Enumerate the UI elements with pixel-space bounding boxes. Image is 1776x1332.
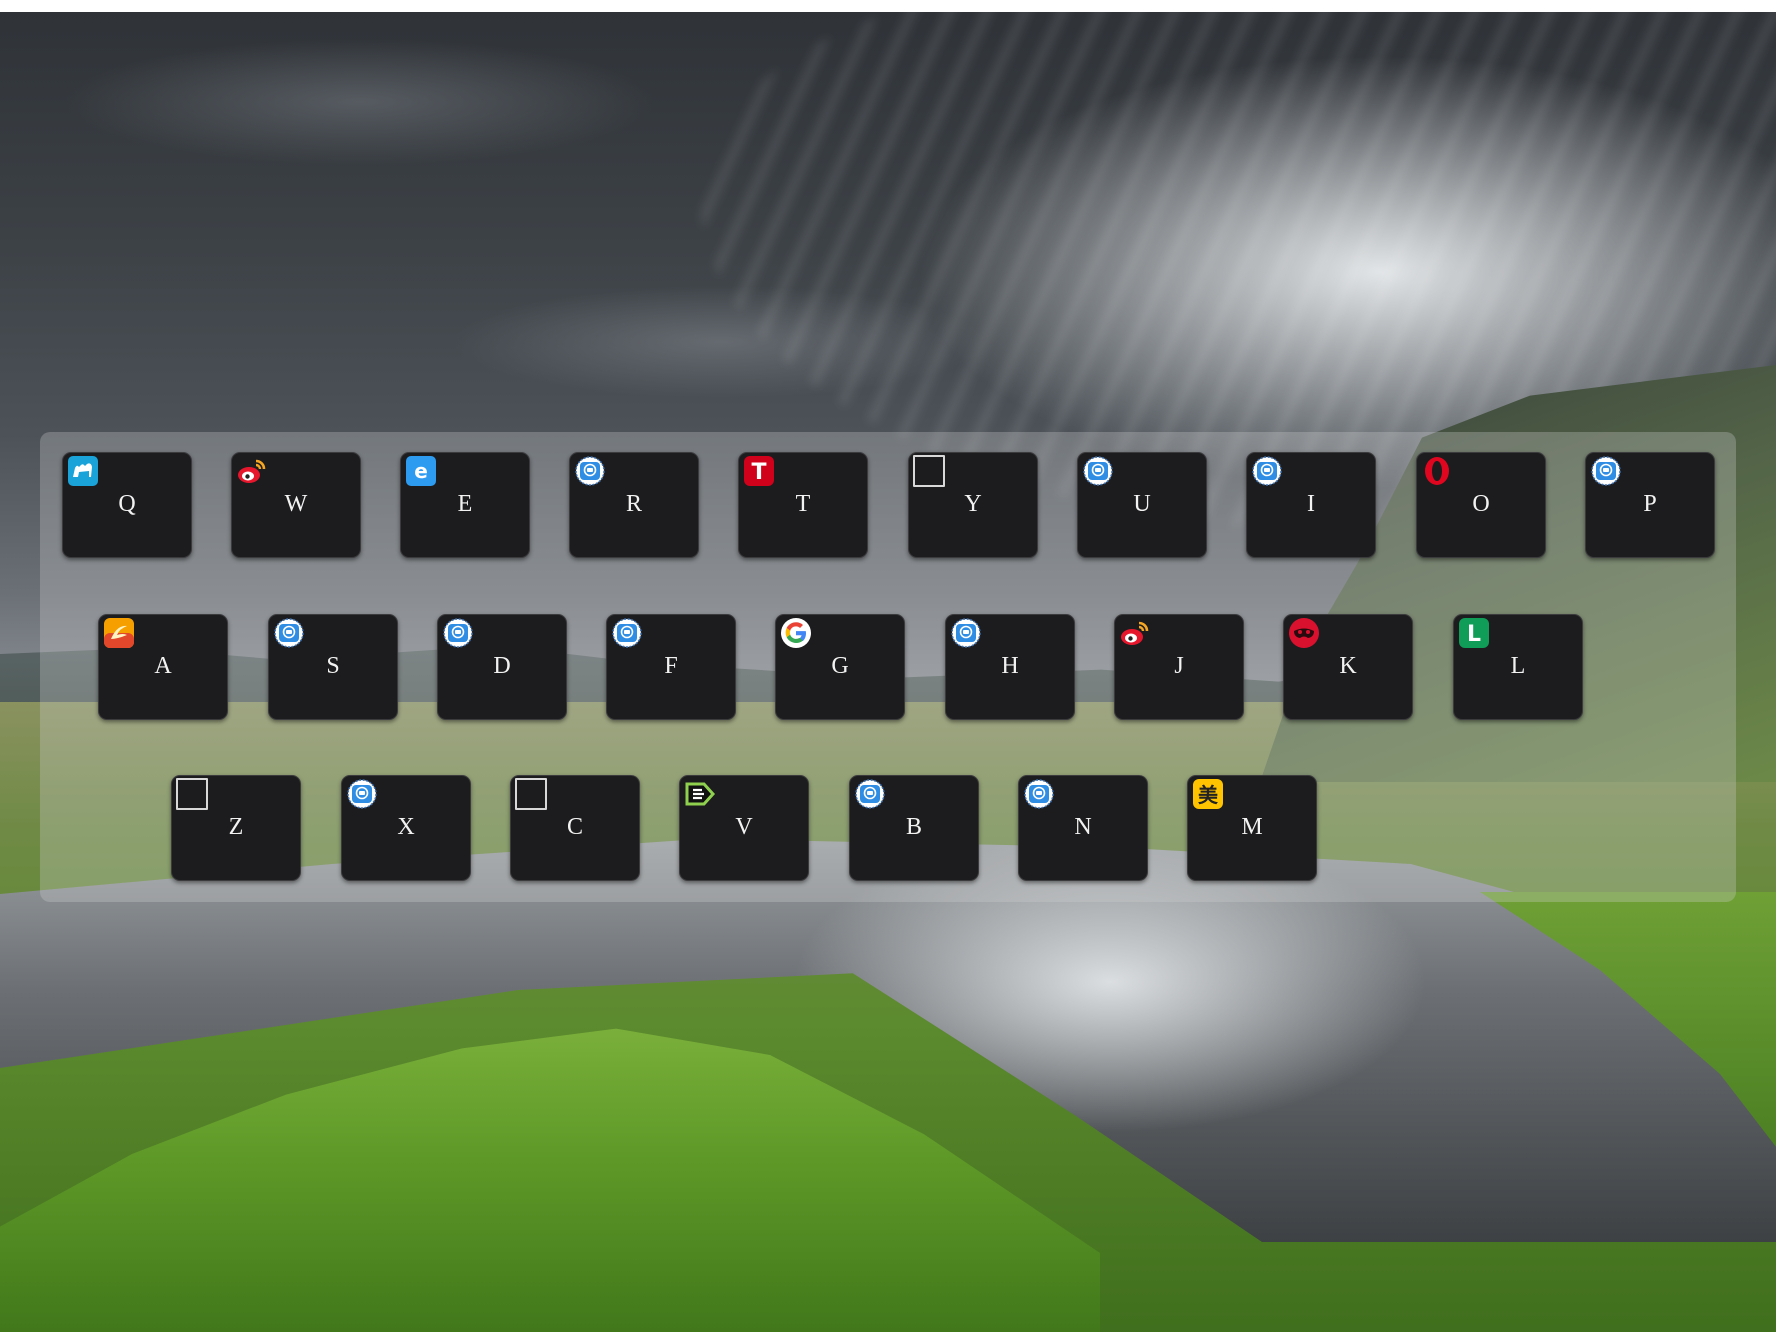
key-x[interactable]: X	[341, 775, 471, 881]
key-y[interactable]: Y	[908, 452, 1038, 558]
key-e[interactable]: e E	[400, 452, 530, 558]
svg-text:美: 美	[1198, 783, 1219, 807]
weibo-icon	[1119, 617, 1151, 649]
opera-icon	[1421, 455, 1453, 487]
blue-badge-icon	[1590, 455, 1622, 487]
key-h[interactable]: H	[945, 614, 1075, 720]
key-j[interactable]: J	[1114, 614, 1244, 720]
blue-badge-icon	[1251, 455, 1283, 487]
key-l[interactable]: L L	[1453, 614, 1583, 720]
key-letter: N	[1074, 814, 1092, 840]
key-letter: R	[625, 491, 642, 517]
key-letter: M	[1241, 814, 1263, 840]
key-letter: E	[457, 491, 473, 517]
key-s[interactable]: S	[268, 614, 398, 720]
blue-badge-icon	[950, 617, 982, 649]
blue-badge-icon	[346, 778, 378, 810]
key-o[interactable]: O	[1416, 452, 1546, 558]
key-letter: G	[831, 653, 849, 679]
blank-icon	[515, 778, 547, 810]
google-icon	[780, 617, 812, 649]
blue-badge-icon	[1082, 455, 1114, 487]
e-browser-icon: e	[405, 455, 437, 487]
blue-badge-icon	[1023, 778, 1055, 810]
key-letter: F	[664, 653, 678, 679]
key-row-3: Z X C V B N 美 M	[40, 775, 1736, 883]
svg-text:T: T	[751, 460, 766, 485]
key-letter: H	[1001, 653, 1019, 679]
key-row-1: Q W e E R T T Y U I O P	[40, 452, 1736, 560]
key-letter: X	[397, 814, 415, 840]
blue-badge-icon	[273, 617, 305, 649]
key-u[interactable]: U	[1077, 452, 1207, 558]
svg-text:e: e	[414, 459, 428, 483]
key-i[interactable]: I	[1246, 452, 1376, 558]
camel-icon	[67, 455, 99, 487]
blue-badge-icon	[854, 778, 886, 810]
meituan-icon: 美	[1192, 778, 1224, 810]
blue-badge-icon	[442, 617, 474, 649]
key-r[interactable]: R	[569, 452, 699, 558]
key-v[interactable]: V	[679, 775, 809, 881]
key-p[interactable]: P	[1585, 452, 1715, 558]
key-letter: J	[1174, 653, 1184, 679]
key-g[interactable]: G	[775, 614, 905, 720]
key-letter: B	[905, 814, 922, 840]
key-letter: Y	[964, 491, 982, 517]
key-letter: W	[284, 491, 308, 517]
key-z[interactable]: Z	[171, 775, 301, 881]
green-l-icon: L	[1458, 617, 1490, 649]
blank-icon	[176, 778, 208, 810]
key-a[interactable]: A	[98, 614, 228, 720]
key-q[interactable]: Q	[62, 452, 192, 558]
key-c[interactable]: C	[510, 775, 640, 881]
key-k[interactable]: K	[1283, 614, 1413, 720]
weibo-icon	[236, 455, 268, 487]
key-letter: U	[1133, 491, 1151, 517]
key-d[interactable]: D	[437, 614, 567, 720]
key-letter: S	[326, 653, 340, 679]
key-letter: T	[795, 491, 811, 517]
key-t[interactable]: T T	[738, 452, 868, 558]
blank-icon	[913, 455, 945, 487]
key-letter: I	[1307, 491, 1315, 517]
key-letter: V	[735, 814, 753, 840]
key-letter: L	[1510, 653, 1526, 679]
key-w[interactable]: W	[231, 452, 361, 558]
key-n[interactable]: N	[1018, 775, 1148, 881]
key-letter: Z	[228, 814, 244, 840]
red-t-icon: T	[743, 455, 775, 487]
key-letter: O	[1472, 491, 1490, 517]
key-letter: A	[154, 653, 172, 679]
blue-badge-icon	[611, 617, 643, 649]
key-m[interactable]: 美 M	[1187, 775, 1317, 881]
blue-badge-icon	[574, 455, 606, 487]
orange-swirl-icon	[103, 617, 135, 649]
key-row-2: A S D F G H J K L L	[40, 614, 1736, 722]
green-tag-icon	[684, 778, 716, 810]
key-b[interactable]: B	[849, 775, 979, 881]
key-f[interactable]: F	[606, 614, 736, 720]
keyboard-launcher-panel: Q W e E R T T Y U I O P A S D F G H J K …	[40, 432, 1736, 902]
svg-text:L: L	[1467, 622, 1481, 647]
red-mask-icon	[1288, 617, 1320, 649]
key-letter: K	[1339, 653, 1357, 679]
key-letter: C	[566, 814, 583, 840]
key-letter: D	[493, 653, 511, 679]
key-letter: P	[1643, 491, 1657, 517]
key-letter: Q	[118, 491, 136, 517]
